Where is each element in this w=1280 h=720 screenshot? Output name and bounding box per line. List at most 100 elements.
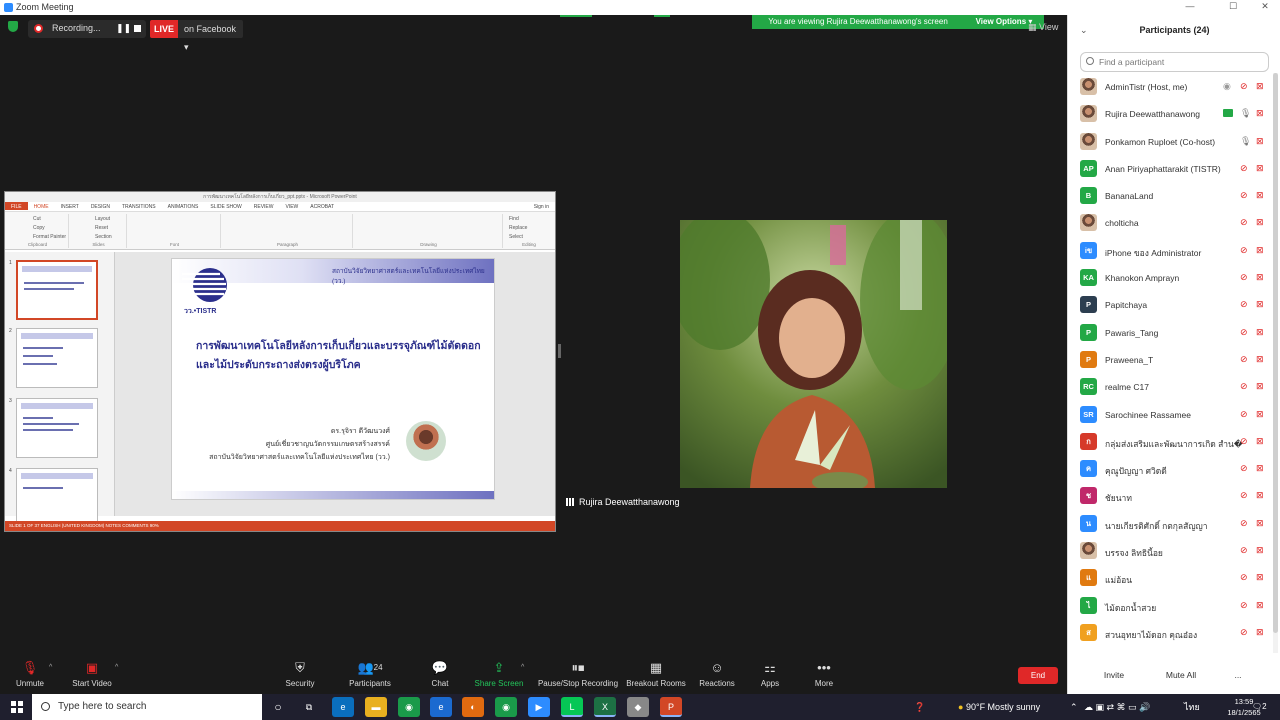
- firefox-icon[interactable]: ◐: [462, 697, 484, 717]
- mic-muted-icon[interactable]: ⊘: [1240, 463, 1248, 474]
- more-button[interactable]: ••• More: [784, 660, 864, 688]
- live-target-dropdown[interactable]: on Facebook ▾: [178, 20, 243, 52]
- video-options-caret[interactable]: ^: [115, 664, 118, 671]
- participant-row[interactable]: แ แม่อ้อน ⊘ ⊠: [1068, 565, 1280, 592]
- video-off-icon[interactable]: ⊠: [1256, 490, 1264, 501]
- mic-muted-icon[interactable]: ⊘: [1240, 381, 1248, 392]
- participant-row[interactable]: ส สวนอุทยาไม้ดอก คุณอ๋อง ⊘ ⊠: [1068, 620, 1280, 647]
- video-off-icon[interactable]: ⊠: [1256, 272, 1264, 283]
- share-screen-button[interactable]: ⇪ Share Screen: [459, 660, 539, 688]
- participants-button[interactable]: 👥24 Participants: [330, 660, 410, 688]
- zoom-app-icon[interactable]: ▶: [528, 697, 550, 717]
- video-off-icon[interactable]: ⊠: [1256, 245, 1264, 256]
- taskbar-search-box[interactable]: Type here to search: [32, 694, 262, 720]
- start-button[interactable]: [0, 694, 32, 720]
- participant-row[interactable]: RC realme C17 ⊘ ⊠: [1068, 374, 1280, 401]
- video-off-icon[interactable]: ⊠: [1256, 409, 1264, 420]
- video-off-icon[interactable]: ⊠: [1256, 627, 1264, 638]
- edge-icon[interactable]: e: [332, 697, 354, 717]
- participant-search-input[interactable]: Find a participant: [1080, 52, 1269, 72]
- mic-muted-icon[interactable]: ⊘: [1240, 354, 1248, 365]
- mic-muted-icon[interactable]: ⊘: [1240, 572, 1248, 583]
- video-off-icon[interactable]: ⊠: [1256, 217, 1264, 228]
- shared-screen[interactable]: การพัฒนาเทคโนโลยีหลังการเก็บเกี่ยว_ppt.p…: [4, 191, 556, 532]
- excel-icon[interactable]: X: [594, 697, 616, 717]
- chrome-alt-icon[interactable]: ◉: [495, 697, 517, 717]
- participant-video[interactable]: [680, 220, 947, 488]
- mic-muted-icon[interactable]: ⊘: [1240, 600, 1248, 611]
- panel-more-button[interactable]: ...: [1228, 667, 1248, 683]
- participant-row[interactable]: Rujira Deewatthanawong 🎙 ⊠: [1068, 101, 1280, 128]
- start-video-button[interactable]: ▣ Start Video: [52, 660, 132, 688]
- video-off-icon[interactable]: ⊠: [1256, 327, 1264, 338]
- video-off-icon[interactable]: ⊠: [1256, 572, 1264, 583]
- mic-muted-icon[interactable]: ⊘: [1240, 518, 1248, 529]
- maximize-icon[interactable]: ☐: [1218, 1, 1248, 14]
- security-shield-icon[interactable]: [8, 21, 18, 32]
- video-off-icon[interactable]: ⊠: [1256, 463, 1264, 474]
- participant-row[interactable]: cholticha ⊘ ⊠: [1068, 210, 1280, 237]
- video-off-icon[interactable]: ⊠: [1256, 600, 1264, 611]
- task-view-icon[interactable]: ⧉: [298, 697, 320, 717]
- participant-row[interactable]: iข iPhone ของ Administrator ⊘ ⊠: [1068, 238, 1280, 265]
- video-off-icon[interactable]: ⊠: [1256, 545, 1264, 556]
- powerpoint-icon[interactable]: P: [660, 697, 682, 717]
- app-icon[interactable]: ◆: [627, 697, 649, 717]
- participant-row[interactable]: P Praweena_T ⊘ ⊠: [1068, 347, 1280, 374]
- tray-icons[interactable]: ☁ ▣ ⇄ ⌘ ▭ 🔊: [1084, 694, 1150, 720]
- mic-icon[interactable]: 🎙: [1240, 136, 1251, 147]
- video-off-icon[interactable]: ⊠: [1256, 136, 1264, 147]
- help-icon[interactable]: ❓: [914, 694, 925, 720]
- close-icon[interactable]: ✕: [1250, 1, 1280, 14]
- participant-row[interactable]: ช ชัยนาท ⊘ ⊠: [1068, 483, 1280, 510]
- participant-row[interactable]: P Papitchaya ⊘ ⊠: [1068, 292, 1280, 319]
- mic-muted-icon[interactable]: ⊘: [1240, 327, 1248, 338]
- minimize-icon[interactable]: —: [1175, 1, 1205, 14]
- mute-all-button[interactable]: Mute All: [1161, 667, 1201, 683]
- view-button[interactable]: ▦ View: [1028, 22, 1058, 33]
- participant-row[interactable]: AP Anan Piriyaphattarakit (TISTR) ⊘ ⊠: [1068, 156, 1280, 183]
- mic-muted-icon[interactable]: ⊘: [1240, 299, 1248, 310]
- participant-row[interactable]: B BananaLand ⊘ ⊠: [1068, 183, 1280, 210]
- video-off-icon[interactable]: ⊠: [1256, 518, 1264, 529]
- pause-recording-icon[interactable]: ❚❚: [116, 23, 131, 34]
- participant-list-scrollbar[interactable]: [1273, 73, 1278, 653]
- mic-muted-icon[interactable]: ⊘: [1240, 81, 1248, 92]
- split-resize-handle[interactable]: [558, 344, 561, 358]
- participant-row[interactable]: KA Khanokon Amprayn ⊘ ⊠: [1068, 265, 1280, 292]
- video-off-icon[interactable]: ⊠: [1256, 163, 1264, 174]
- participant-row[interactable]: P Pawaris_Tang ⊘ ⊠: [1068, 320, 1280, 347]
- ie-icon[interactable]: e: [430, 697, 452, 717]
- video-off-icon[interactable]: ⊠: [1256, 108, 1264, 119]
- line-app-icon[interactable]: L: [561, 697, 583, 717]
- video-off-icon[interactable]: ⊠: [1256, 381, 1264, 392]
- participant-row[interactable]: SR Sarochinee Rassamee ⊘ ⊠: [1068, 402, 1280, 429]
- mic-muted-icon[interactable]: ⊘: [1240, 190, 1248, 201]
- end-meeting-button[interactable]: End: [1018, 667, 1058, 684]
- mic-muted-icon[interactable]: ⊘: [1240, 245, 1248, 256]
- mic-muted-icon[interactable]: ⊘: [1240, 436, 1248, 447]
- file-explorer-icon[interactable]: ▬: [365, 697, 387, 717]
- chrome-icon[interactable]: ◉: [398, 697, 420, 717]
- weather-widget[interactable]: ● 90°F Mostly sunny: [958, 694, 1040, 720]
- video-off-icon[interactable]: ⊠: [1256, 299, 1264, 310]
- video-off-icon[interactable]: ⊠: [1256, 436, 1264, 447]
- stop-recording-icon[interactable]: [134, 25, 141, 32]
- input-language[interactable]: ไทย: [1184, 694, 1200, 720]
- participant-row[interactable]: ไ ไม้ดอกน้ำสวย ⊘ ⊠: [1068, 593, 1280, 620]
- notification-center-icon[interactable]: 🗨2: [1252, 694, 1267, 720]
- participant-row[interactable]: บรรจง ลิทธินี้อย ⊘ ⊠: [1068, 538, 1280, 565]
- mic-muted-icon[interactable]: ⊘: [1240, 545, 1248, 556]
- tray-chevron-icon[interactable]: ⌃: [1070, 694, 1078, 720]
- invite-button[interactable]: Invite: [1098, 667, 1130, 683]
- security-button[interactable]: ⛨ Security: [260, 660, 340, 688]
- mic-muted-icon[interactable]: ⊘: [1240, 409, 1248, 420]
- cortana-icon[interactable]: ○: [267, 697, 289, 717]
- video-off-icon[interactable]: ⊠: [1256, 81, 1264, 92]
- mic-muted-icon[interactable]: ⊘: [1240, 490, 1248, 501]
- participant-row[interactable]: ค คุณูปัญญา ศวิดดี ⊘ ⊠: [1068, 456, 1280, 483]
- mic-muted-icon[interactable]: ⊘: [1240, 272, 1248, 283]
- pause-stop-recording-button[interactable]: ⏸⏹ Pause/Stop Recording: [532, 660, 624, 688]
- participant-row[interactable]: ก กลุ่มส่งเสริมและพัฒนาการเกิด สำน� ⊘ ⊠: [1068, 429, 1280, 456]
- participant-row[interactable]: Ponkamon Ruploet (Co-host) 🎙 ⊠: [1068, 129, 1280, 156]
